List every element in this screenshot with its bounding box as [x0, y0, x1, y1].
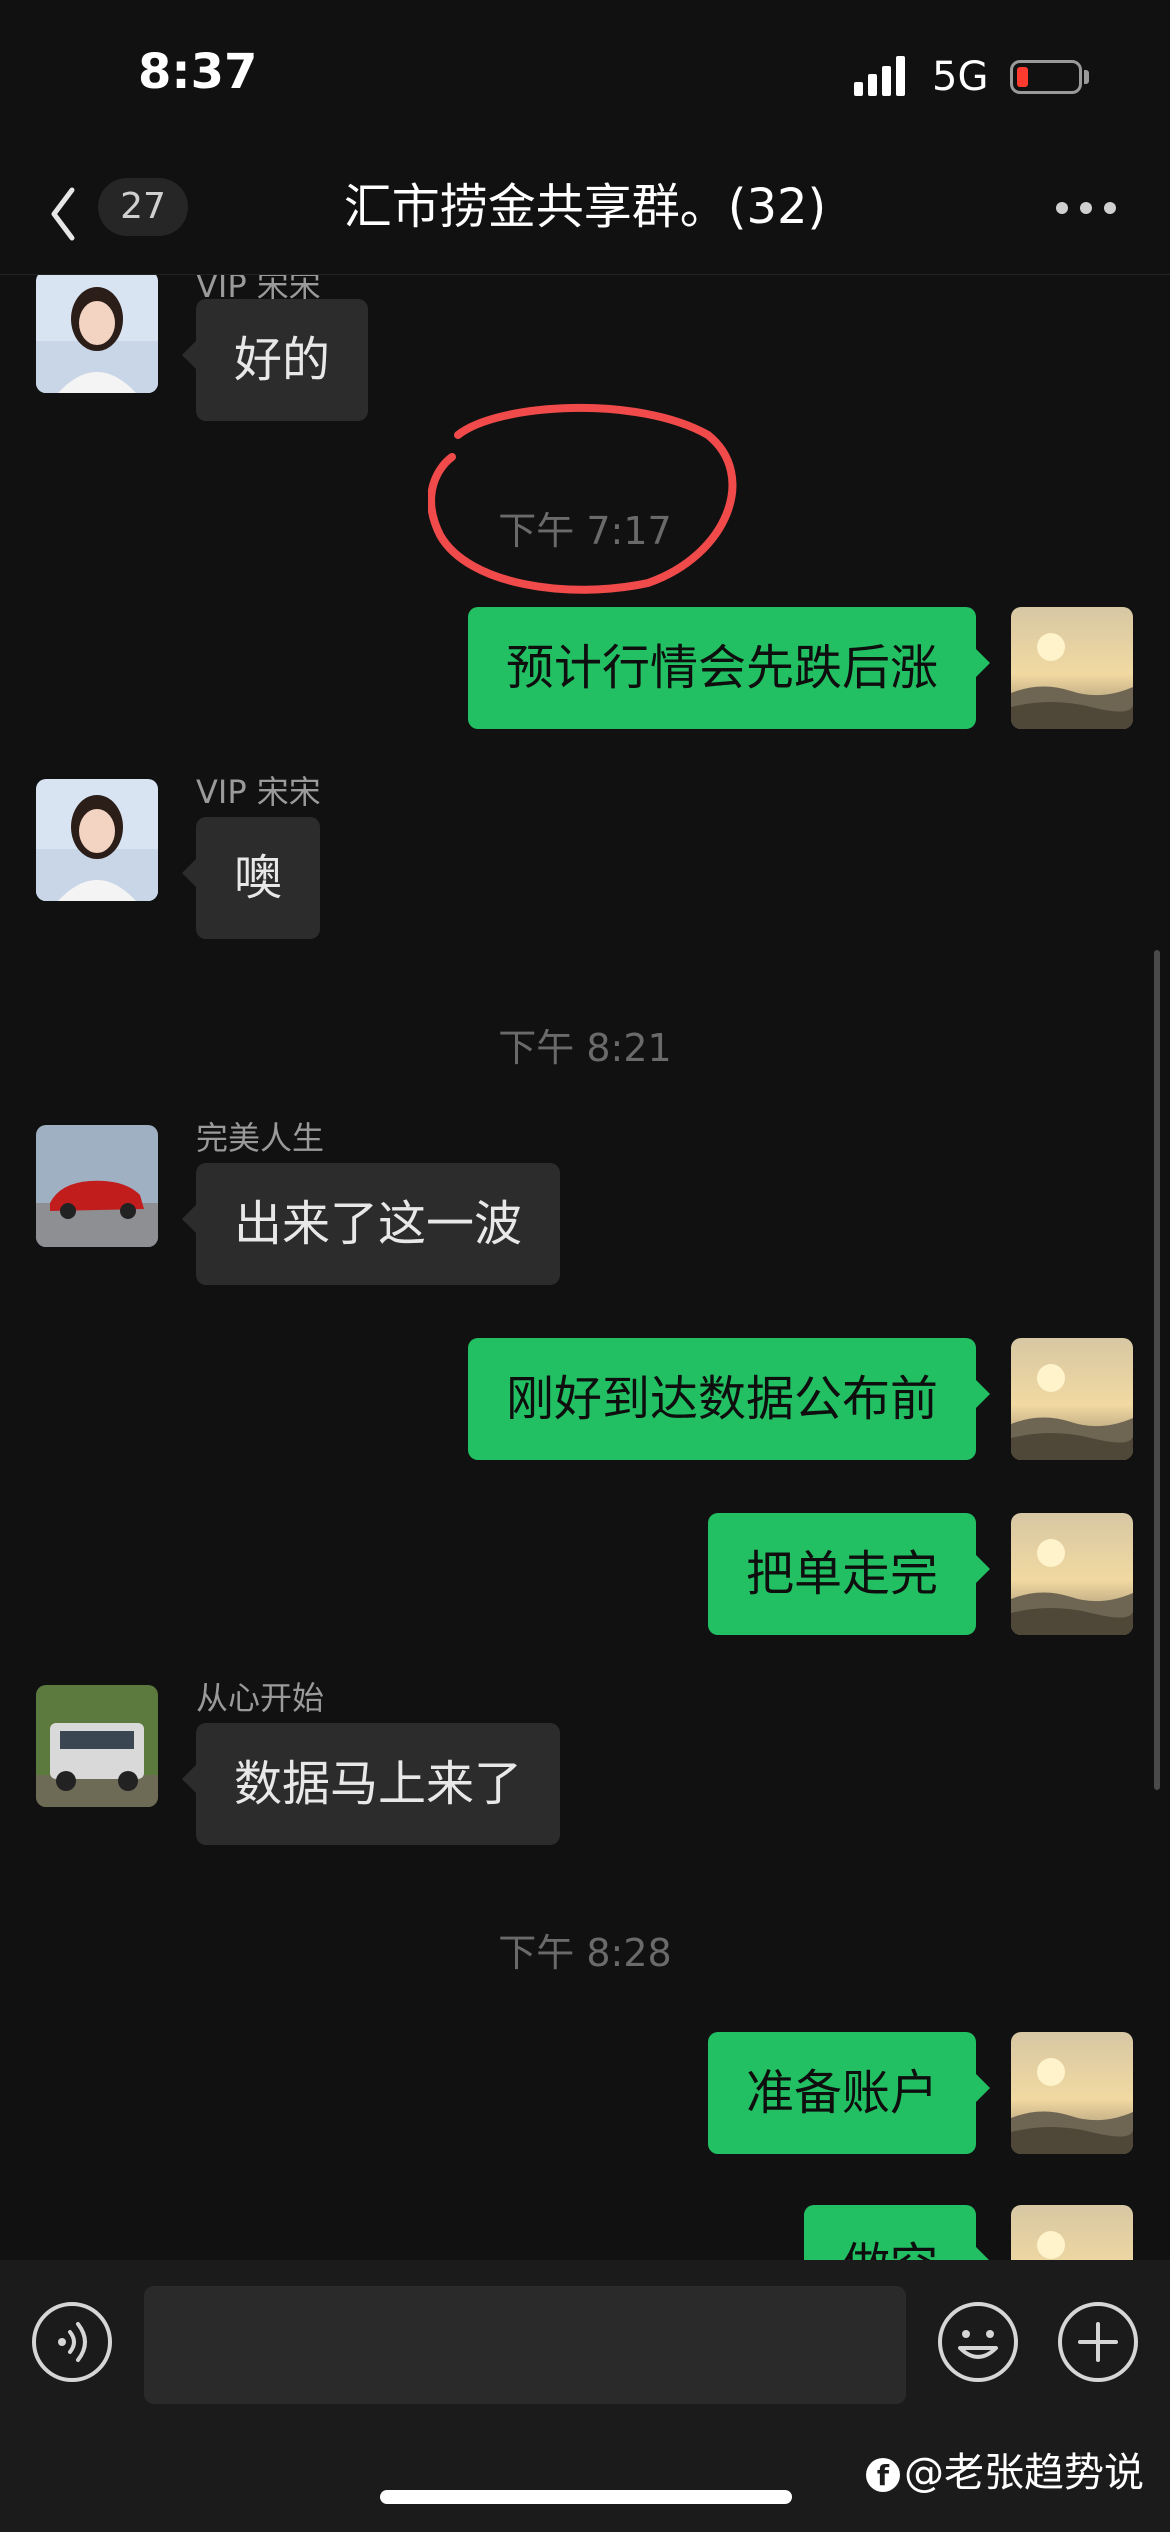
avatar-self[interactable] — [1011, 1513, 1133, 1635]
watermark: f @老张趋势说 — [866, 2440, 1144, 2498]
message-bubble-incoming[interactable]: 出来了这一波 — [181, 1163, 561, 1285]
message-bubble-outgoing[interactable]: 做空 — [803, 2205, 991, 2260]
watermark-text: @老张趋势说 — [904, 2450, 1144, 2496]
battery-icon — [1010, 60, 1082, 94]
avatar-vip-songsong[interactable] — [36, 275, 158, 393]
more-options-icon[interactable] — [1056, 200, 1116, 216]
avatar-self[interactable] — [1011, 2032, 1133, 2154]
sender-name: VIP 宋宋 — [196, 773, 321, 811]
status-time: 8:37 — [138, 44, 258, 100]
message-bubble-outgoing[interactable]: 准备账户 — [707, 2032, 991, 2154]
message-bubble-outgoing[interactable]: 刚好到达数据公布前 — [467, 1338, 991, 1460]
network-type: 5G — [932, 54, 989, 100]
timestamp: 下午 8:21 — [498, 1026, 672, 1070]
message-bubble-incoming[interactable]: 好的 — [181, 299, 369, 421]
sender-name: 从心开始 — [196, 1679, 325, 1717]
sender-name: 完美人生 — [196, 1119, 325, 1157]
avatar-vip-songsong[interactable] — [36, 779, 158, 901]
plus-icon[interactable] — [1056, 2300, 1140, 2384]
message-bubble-incoming[interactable]: 数据马上来了 — [181, 1723, 561, 1845]
avatar-self[interactable] — [1011, 607, 1133, 729]
voice-input-icon[interactable] — [30, 2300, 114, 2384]
avatar-wanmei-rensheng[interactable] — [36, 1125, 158, 1247]
avatar-self[interactable] — [1011, 2205, 1133, 2260]
message-bubble-outgoing[interactable]: 预计行情会先跌后涨 — [467, 607, 991, 729]
avatar-congxin-kaishi[interactable] — [36, 1685, 158, 1807]
facebook-icon: f — [866, 2458, 900, 2492]
emoji-icon[interactable] — [936, 2300, 1020, 2384]
timestamp: 下午 8:28 — [498, 1931, 672, 1975]
home-indicator[interactable] — [380, 2490, 792, 2504]
message-input[interactable] — [144, 2286, 906, 2404]
cellular-signal-icon — [854, 56, 906, 96]
chat-title: 汇市捞金共享群。(32) — [343, 179, 827, 235]
chat-message-list[interactable]: VIP 宋宋 好的 下午 7:17 预计行情会先跌后涨 VIP 宋宋 噢 下午 … — [0, 275, 1170, 2260]
message-bubble-outgoing[interactable]: 把单走完 — [707, 1513, 991, 1635]
scrollbar[interactable] — [1154, 950, 1160, 1790]
avatar-self[interactable] — [1011, 1338, 1133, 1460]
battery-tip — [1084, 70, 1089, 84]
message-bubble-incoming[interactable]: 噢 — [181, 817, 321, 939]
red-annotation-circle — [428, 403, 737, 594]
